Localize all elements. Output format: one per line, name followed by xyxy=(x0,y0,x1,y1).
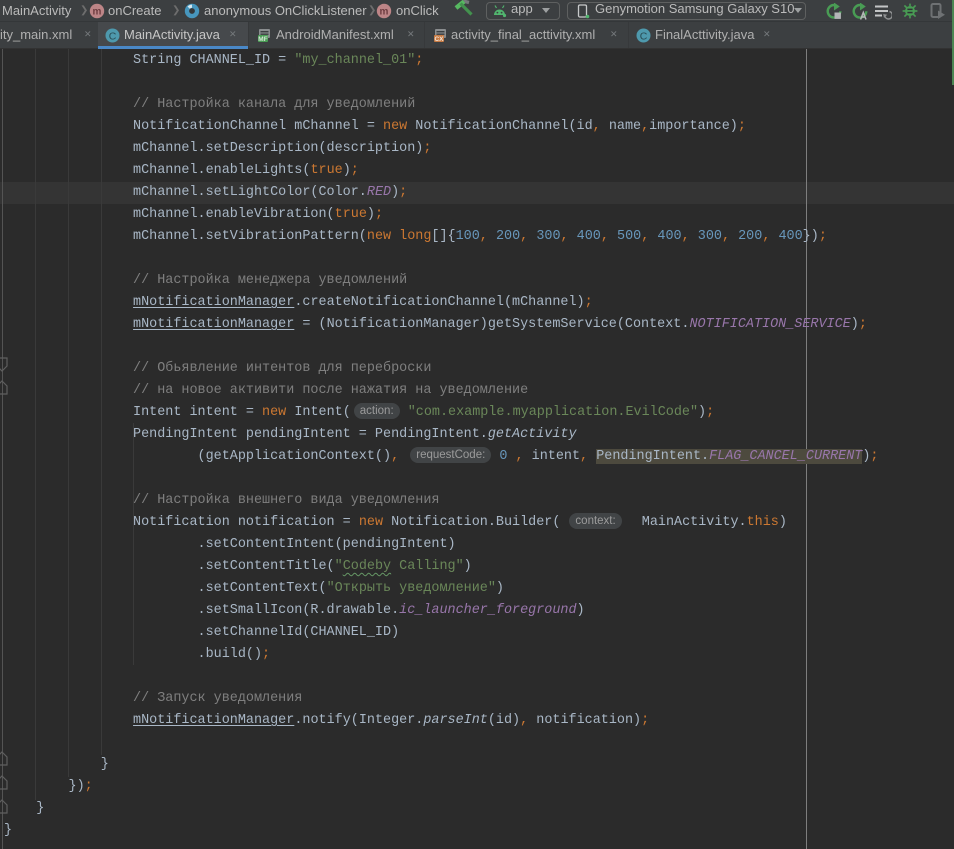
svg-text:C: C xyxy=(640,31,648,43)
svg-text:m: m xyxy=(93,7,102,18)
svg-text:MF: MF xyxy=(258,36,267,43)
svg-text:m: m xyxy=(380,7,389,18)
svg-text:C: C xyxy=(109,31,117,43)
svg-text:CX: CX xyxy=(434,36,444,43)
